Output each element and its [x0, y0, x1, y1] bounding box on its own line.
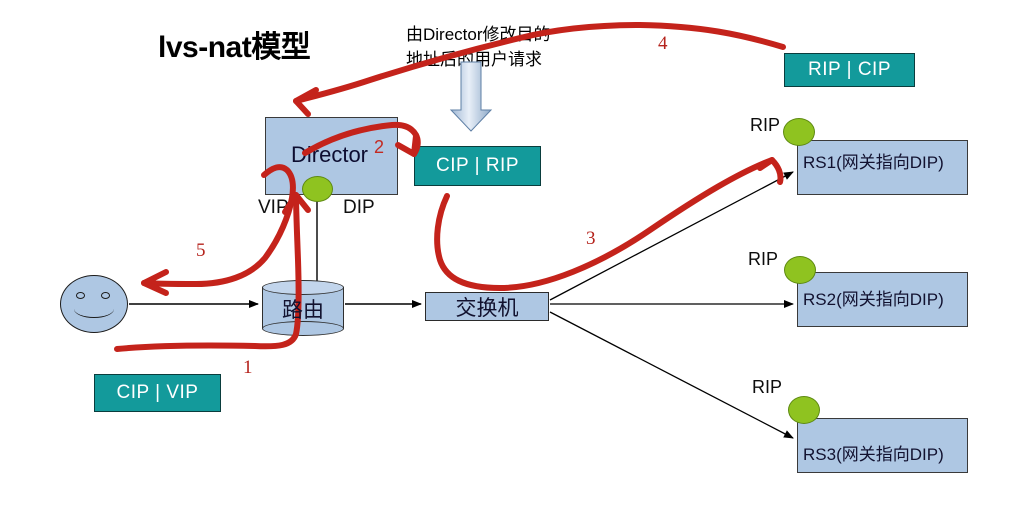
- client-smile-icon: [74, 300, 114, 318]
- annotation-note-line-2: 地址后的用户请求: [406, 50, 542, 69]
- packet-label-cip-rip: CIP | RIP: [414, 146, 541, 186]
- blue-down-arrow: [449, 61, 493, 132]
- dip-label: DIP: [343, 197, 375, 218]
- vip-label: VIP: [258, 197, 289, 218]
- annotation-note-line-1: 由Director修改目的: [406, 25, 551, 44]
- rs3-rip-label: RIP: [752, 377, 783, 397]
- router-node: 路由: [262, 280, 344, 336]
- annotation-arrowhead-3: [757, 157, 784, 185]
- step-number-4: 4: [658, 33, 668, 54]
- client-eye-left-icon: [76, 292, 85, 299]
- step-number-3: 3: [586, 228, 596, 249]
- step-number-5: 5: [196, 240, 206, 261]
- rs1-nic-icon: [783, 118, 815, 146]
- director-nic-icon: [302, 176, 333, 202]
- diagram-canvas: lvs-nat模型 由Director修改目的 地址后的用户请求 Directo…: [0, 0, 1019, 525]
- step-number-1: 1: [243, 357, 253, 378]
- client-avatar: [60, 275, 128, 333]
- link-switch-rs3: [549, 311, 794, 439]
- packet-label-cip-vip: CIP | VIP: [94, 374, 221, 412]
- client-eye-right-icon: [101, 292, 110, 299]
- rs2-nic-icon: [784, 256, 816, 284]
- rs2-rip-label: RIP: [748, 249, 779, 269]
- switch-node: 交换机: [425, 292, 549, 321]
- rs3-nic-icon: [788, 396, 820, 424]
- director-label: Director: [291, 142, 369, 167]
- step-number-2: 2: [374, 137, 385, 157]
- rs3-label: RS3(网关指向DIP): [803, 445, 944, 464]
- rs1-label: RS1(网关指向DIP): [803, 153, 944, 172]
- annotation-note: 由Director修改目的 地址后的用户请求: [406, 22, 581, 72]
- rs2-label: RS2(网关指向DIP): [803, 290, 944, 309]
- annotation-arrowhead-4: [293, 87, 319, 117]
- page-title: lvs-nat模型: [158, 31, 311, 64]
- rs1-rip-label: RIP: [750, 115, 781, 135]
- packet-label-rip-cip: RIP | CIP: [784, 53, 915, 87]
- router-label: 路由: [282, 299, 324, 322]
- annotation-arrowhead-5: [141, 269, 169, 296]
